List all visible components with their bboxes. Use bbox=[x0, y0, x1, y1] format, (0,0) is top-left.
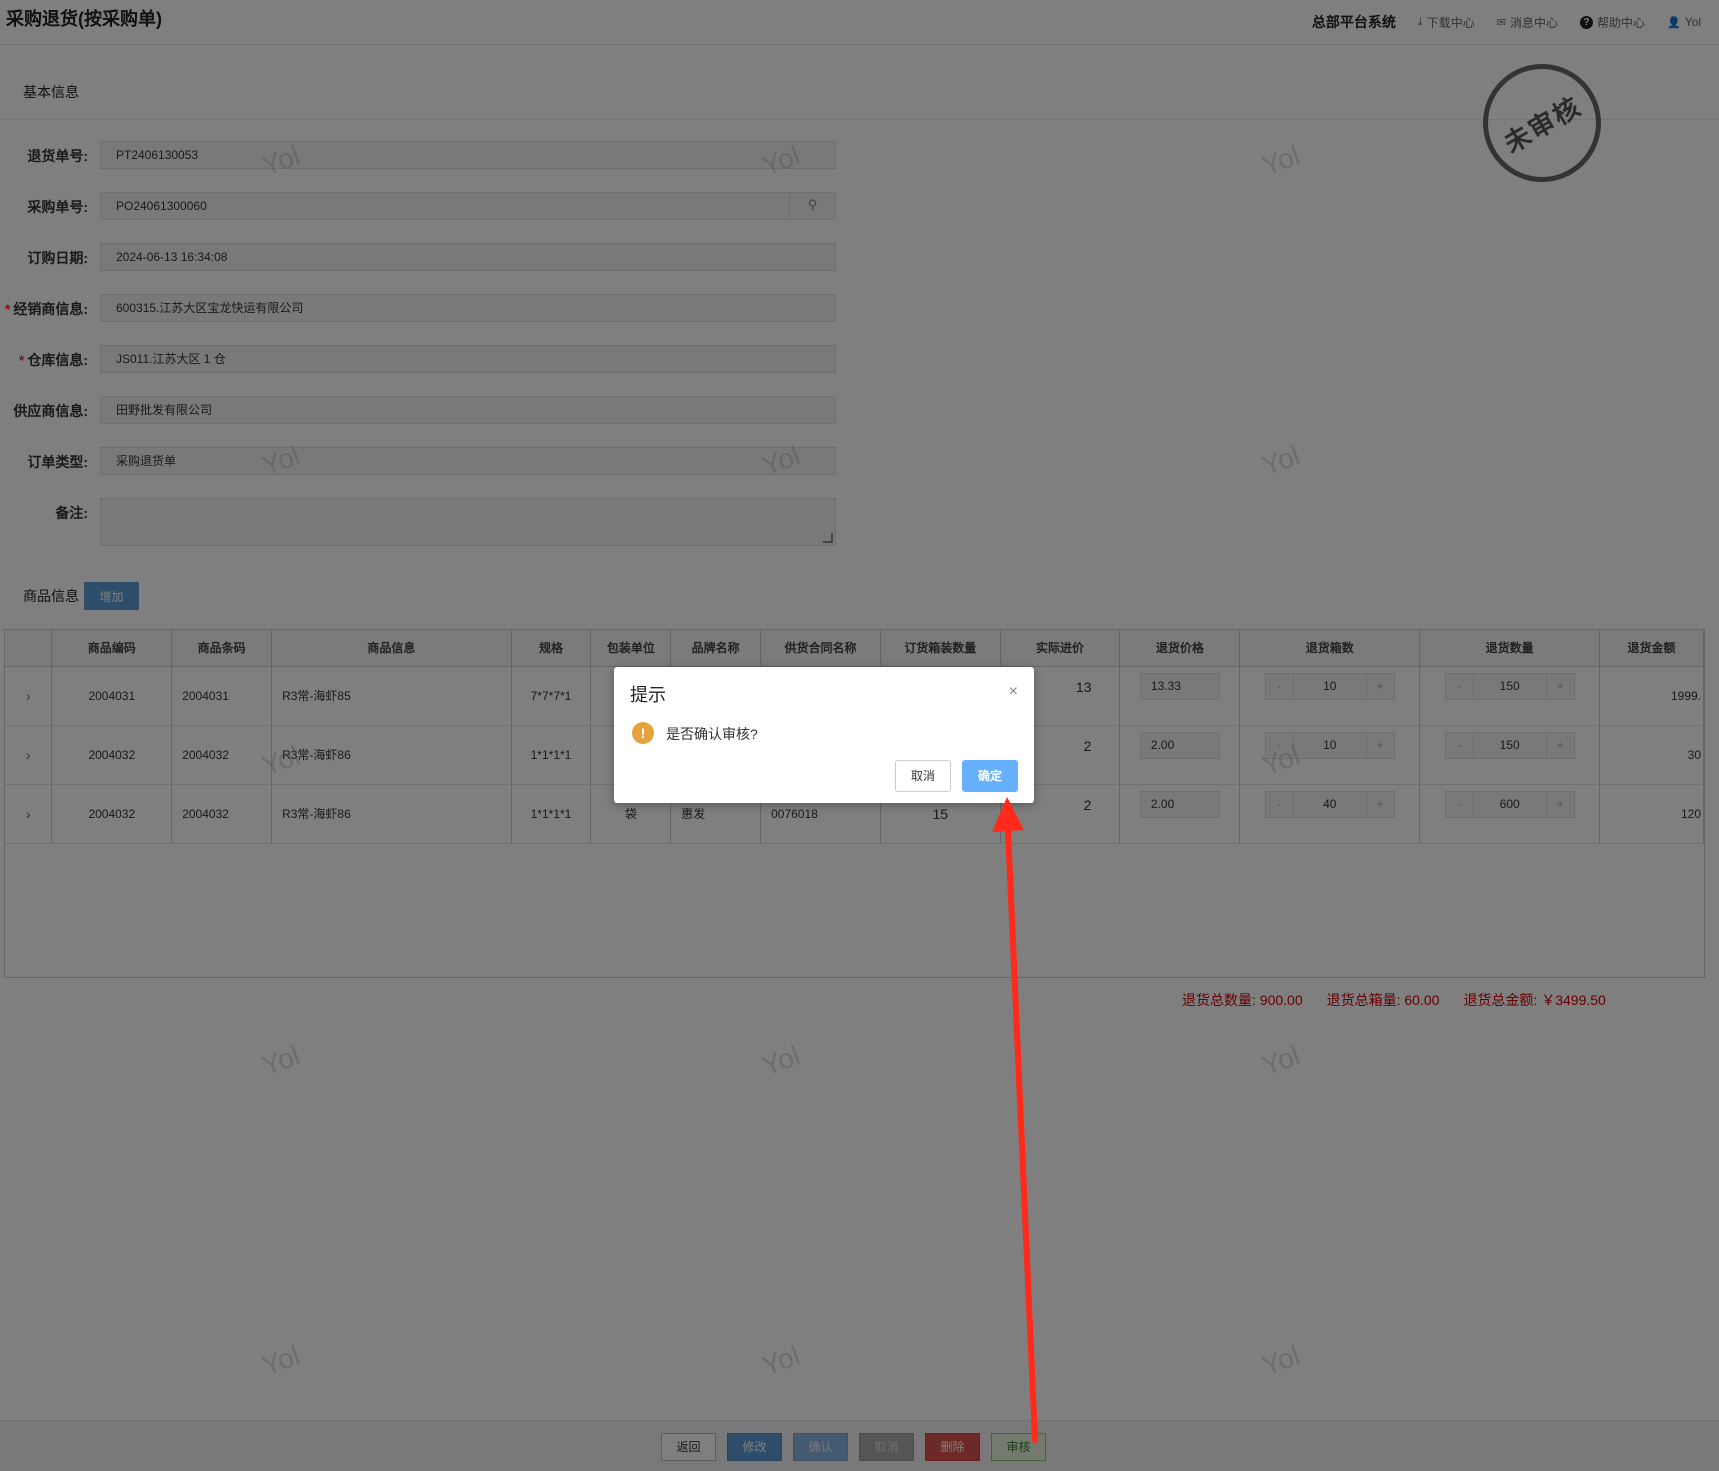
warning-icon: ! bbox=[632, 722, 654, 744]
dialog-ok-button[interactable]: 确定 bbox=[962, 760, 1018, 792]
confirm-dialog: 提示 × ! 是否确认审核? 取消 确定 bbox=[614, 667, 1034, 803]
dialog-title: 提示 bbox=[630, 685, 666, 705]
close-icon[interactable]: × bbox=[1009, 683, 1018, 701]
dialog-cancel-button[interactable]: 取消 bbox=[895, 760, 951, 792]
dialog-message: 是否确认审核? bbox=[666, 726, 758, 742]
